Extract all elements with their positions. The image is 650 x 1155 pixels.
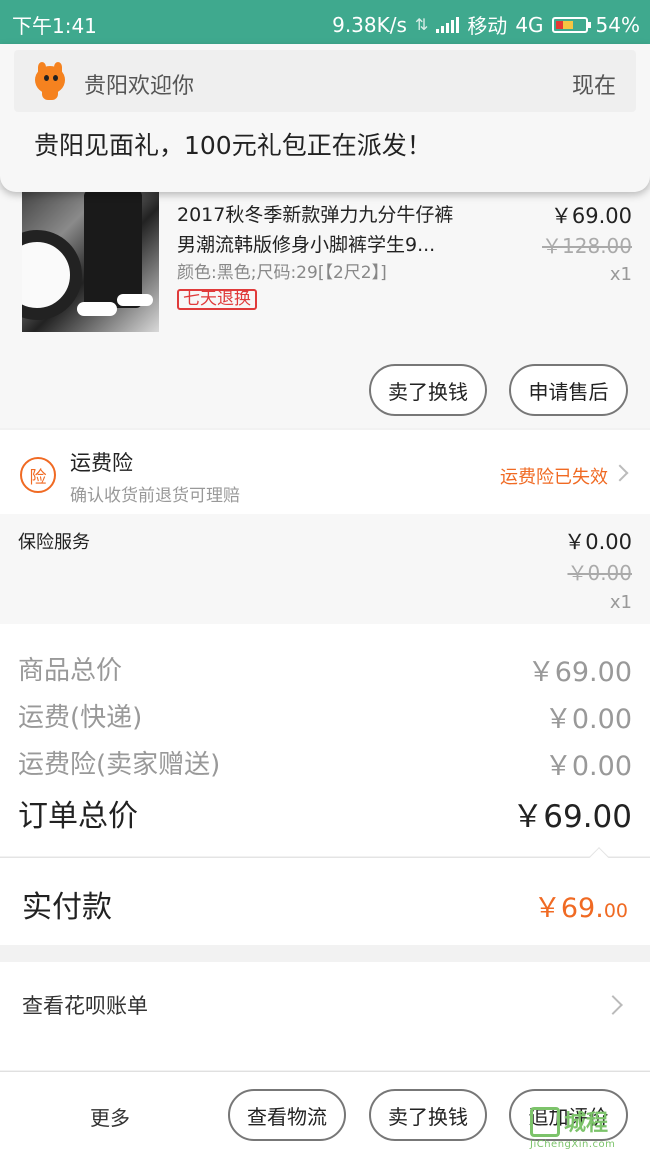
return-policy-badge: 七天退换 — [177, 289, 257, 310]
summary-label: 运费(快递) — [18, 703, 143, 733]
signal-icon — [436, 16, 460, 33]
product-card[interactable]: 2017秋冬季新款弹力九分牛仔裤 男潮流韩版修身小脚裤学生9... 颜色:黑色;… — [0, 190, 650, 428]
payment-amount-main: ￥69. — [533, 893, 604, 924]
product-price: ￥69.00 — [550, 204, 632, 228]
summary-row-goods: 商品总价 ￥69.00 — [0, 646, 650, 692]
notification-header: 贵阳欢迎你 现在 — [14, 50, 636, 112]
service-quantity: x1 — [609, 592, 632, 613]
site-watermark: 城程 JiChengXin.com — [530, 1103, 648, 1153]
product-title-line2: 男潮流韩版修身小脚裤学生9... — [177, 234, 436, 256]
notification-app-name: 贵阳欢迎你 — [84, 74, 195, 99]
watermark-url: JiChengXin.com — [530, 1139, 616, 1150]
summary-label: 商品总价 — [18, 656, 123, 686]
status-right: 9.38K/s ⇅ 移动 4G 54% — [332, 10, 640, 39]
notification-message: 贵阳见面礼，100元礼包正在派发！ — [34, 131, 432, 160]
actual-payment-label: 实付款 — [22, 890, 112, 925]
battery-icon — [551, 16, 591, 33]
sell-button-bottom[interactable]: 卖了换钱 — [369, 1089, 487, 1141]
network-type: 4G — [515, 12, 544, 37]
payment-amount-cents: 00 — [603, 900, 628, 922]
mascot-icon — [32, 62, 68, 100]
actual-payment-row: 实付款 ￥69.00 — [0, 847, 650, 945]
carrier-name: 移动 — [467, 14, 508, 38]
insurance-status: 运费险已失效 — [500, 467, 608, 488]
watermark-logo-icon — [530, 1107, 560, 1137]
service-original-price: ￥0.00 — [567, 561, 632, 585]
summary-value: ￥69.00 — [527, 657, 632, 688]
insurance-service-row: 保险服务 ￥0.00 ￥0.00 x1 — [0, 514, 650, 624]
watermark-text: 城程 — [564, 1111, 609, 1136]
apply-aftersale-button[interactable]: 申请售后 — [509, 364, 628, 416]
summary-row-insurance: 运费险(卖家赠送) ￥0.00 — [0, 740, 650, 786]
status-time: 下午1:41 — [12, 14, 97, 38]
notification-banner[interactable]: 贵阳欢迎你 现在 贵阳见面礼，100元礼包正在派发！ — [0, 44, 650, 192]
product-title[interactable]: 2017秋冬季新款弹力九分牛仔裤 男潮流韩版修身小脚裤学生9... — [177, 200, 507, 260]
summary-row-shipping: 运费(快递) ￥0.00 — [0, 693, 650, 739]
order-total-label: 订单总价 — [18, 799, 138, 834]
chevron-right-icon — [603, 995, 623, 1015]
service-label: 保险服务 — [18, 532, 90, 553]
shipping-insurance-row[interactable]: 险 运费险 确认收货前退货可理赔 运费险已失效 — [0, 430, 650, 514]
insurance-title: 运费险 — [70, 451, 133, 475]
summary-value: ￥0.00 — [544, 751, 632, 782]
service-price: ￥0.00 — [564, 530, 632, 554]
chevron-right-icon — [611, 464, 629, 482]
price-summary: 商品总价 ￥69.00 运费(快递) ￥0.00 运费险(卖家赠送) ￥0.00… — [0, 624, 650, 856]
more-button[interactable]: 更多 — [90, 1102, 130, 1131]
insurance-icon: 险 — [20, 457, 56, 493]
view-logistics-button[interactable]: 查看物流 — [228, 1089, 346, 1141]
notification-time: 现在 — [571, 74, 616, 99]
data-transfer-icon: ⇅ — [414, 15, 429, 34]
status-bar: 下午1:41 9.38K/s ⇅ 移动 4G 54% — [0, 0, 650, 44]
huabei-bill-row[interactable]: 查看花呗账单 — [0, 962, 650, 1070]
product-attributes: 颜色:黑色;尺码:29[【2尺2】] — [177, 263, 387, 283]
network-speed: 9.38K/s — [332, 12, 407, 37]
battery-level: 54% — [595, 12, 640, 37]
order-total-value: ￥69.00 — [512, 799, 632, 835]
sell-button[interactable]: 卖了换钱 — [369, 364, 487, 416]
summary-row-total: 订单总价 ￥69.00 — [0, 787, 650, 835]
product-quantity: x1 — [609, 264, 632, 285]
huabei-bill-link[interactable]: 查看花呗账单 — [22, 990, 148, 1020]
product-title-line1: 2017秋冬季新款弹力九分牛仔裤 — [177, 204, 454, 226]
product-original-price: ￥128.00 — [542, 234, 632, 258]
product-image[interactable] — [22, 190, 159, 332]
summary-label: 运费险(卖家赠送) — [18, 750, 221, 780]
actual-payment-amount: ￥69.00 — [534, 886, 628, 925]
summary-value: ￥0.00 — [544, 704, 632, 735]
insurance-subtitle: 确认收货前退货可理赔 — [70, 486, 240, 506]
